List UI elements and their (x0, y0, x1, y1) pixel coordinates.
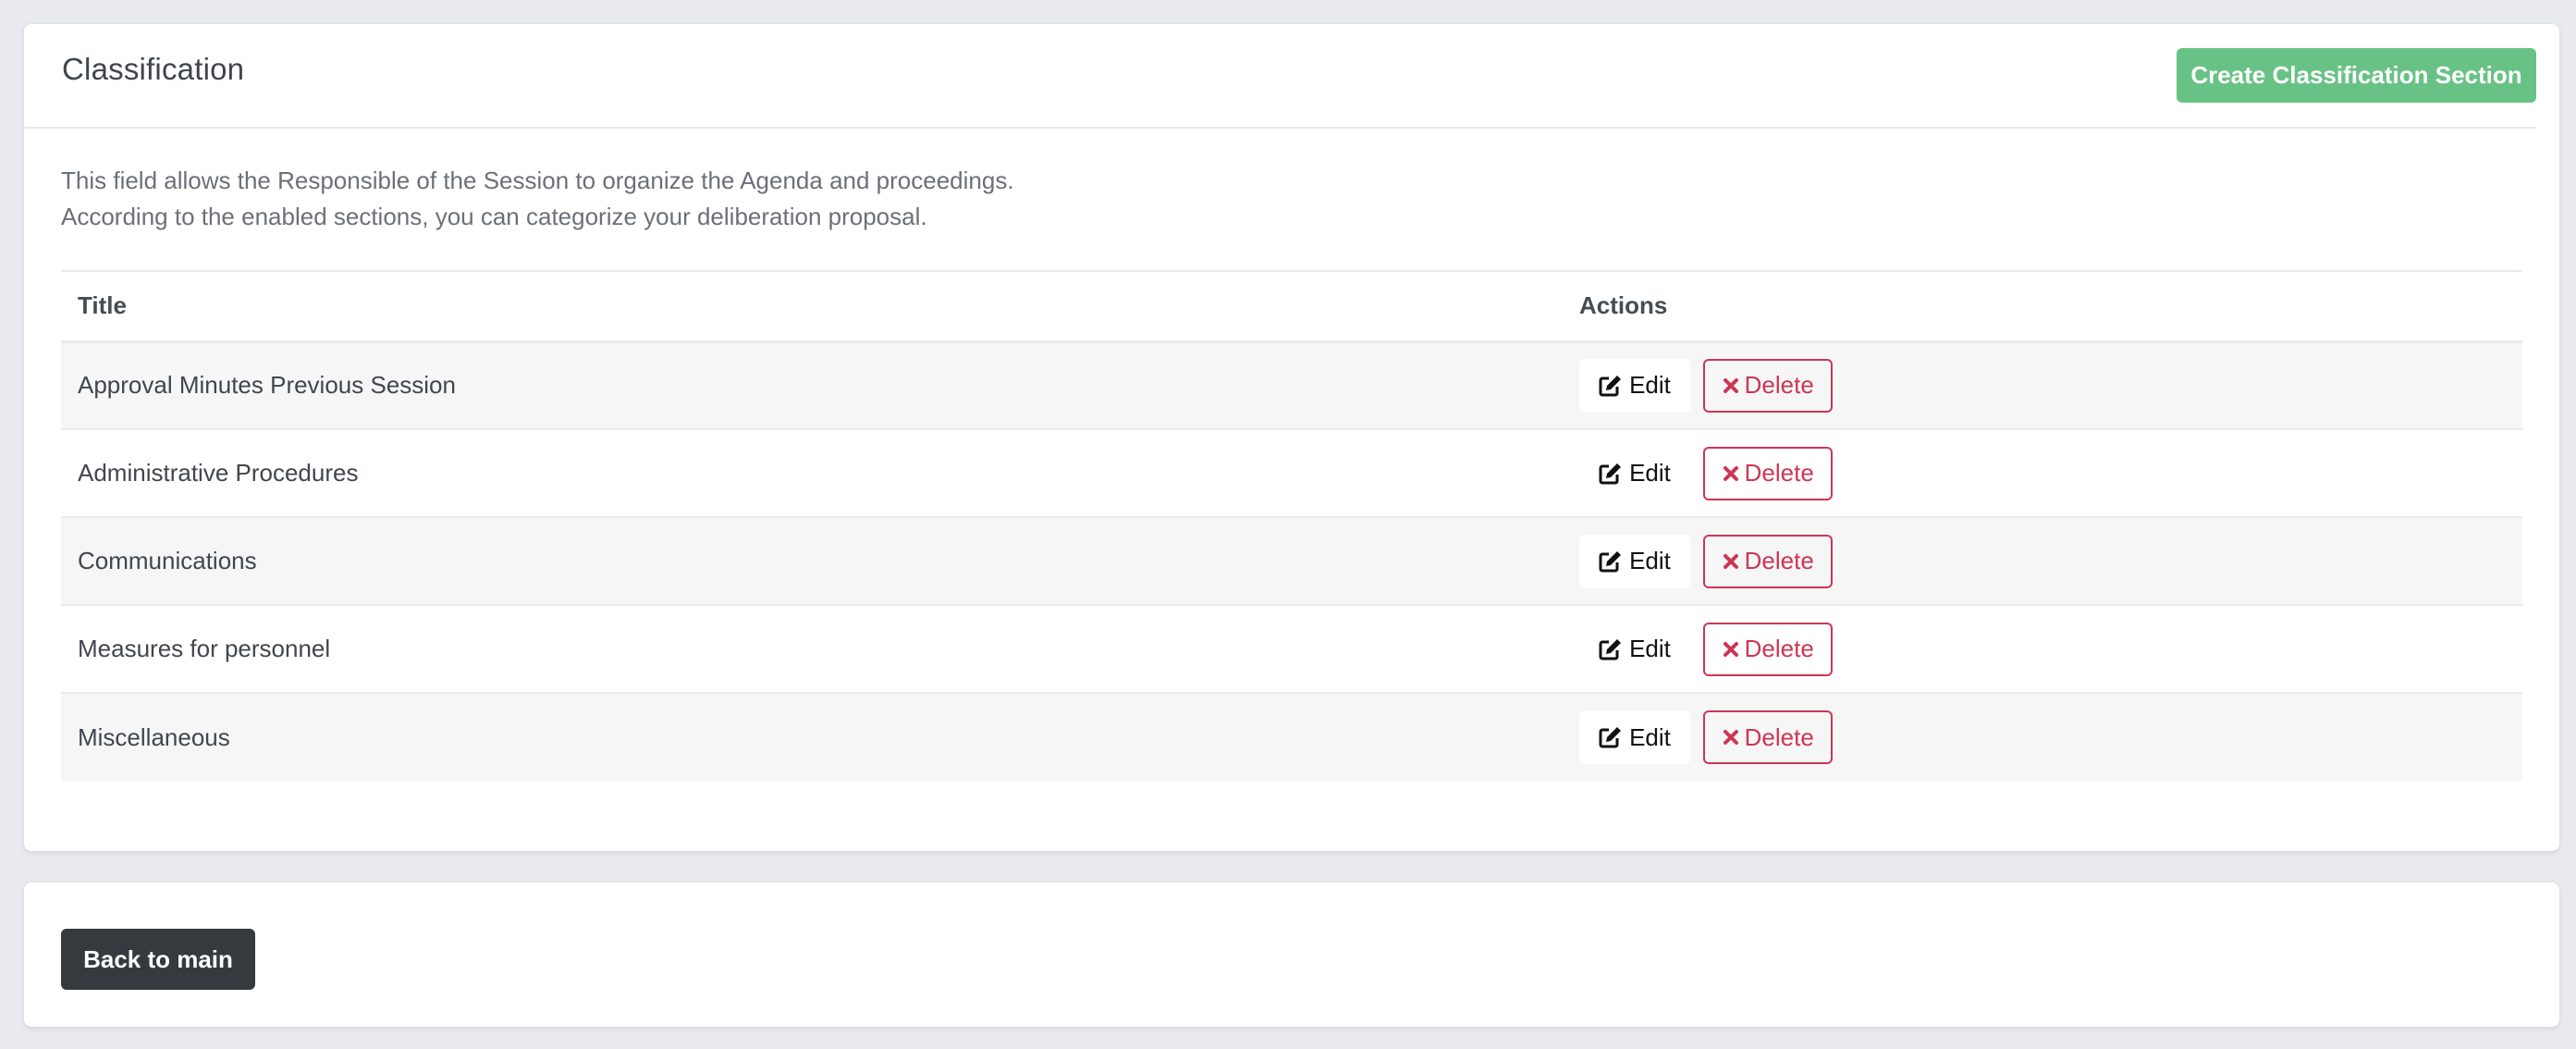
row-actions: Edit Delete (1563, 341, 2522, 429)
edit-button[interactable]: Edit (1579, 447, 1690, 500)
delete-label: Delete (1744, 635, 1814, 662)
classification-card: Classification Create Classification Sec… (24, 24, 2559, 851)
classification-table: Title Actions Approval Minutes Previous … (61, 270, 2522, 781)
edit-icon (1599, 726, 1623, 748)
delete-button[interactable]: Delete (1703, 446, 1834, 500)
row-title: Measures for personnel (78, 635, 331, 662)
row-actions: Edit Delete (1563, 517, 2522, 605)
x-mark-icon (1723, 377, 1739, 394)
delete-label: Delete (1744, 722, 1814, 751)
edit-button[interactable]: Edit (1579, 623, 1690, 676)
delete-label: Delete (1744, 459, 1814, 487)
table-row: Miscellaneous Edit Delete (61, 693, 2522, 781)
card-header: Classification Create Classification Sec… (24, 24, 2536, 129)
table-header-row: Title Actions (61, 271, 2522, 341)
x-mark-icon (1723, 465, 1739, 482)
column-header-title: Title (78, 291, 127, 320)
edit-icon (1599, 638, 1623, 660)
x-mark-icon (1723, 729, 1739, 746)
edit-label: Edit (1629, 722, 1671, 751)
edit-label: Edit (1629, 547, 1671, 574)
edit-button[interactable]: Edit (1579, 534, 1690, 588)
description-line: This field allows the Responsible of the… (61, 167, 1014, 194)
delete-button[interactable]: Delete (1703, 534, 1834, 588)
table-row: Administrative Procedures Edit Delete (61, 429, 2522, 517)
description: This field allows the Responsible of the… (61, 163, 1910, 235)
back-to-main-button[interactable]: Back to main (61, 929, 255, 990)
row-actions: Edit Delete (1563, 429, 2522, 517)
edit-label: Edit (1629, 459, 1671, 487)
x-mark-icon (1723, 641, 1739, 658)
column-header-actions: Actions (1579, 291, 1668, 320)
row-actions: Edit Delete (1563, 605, 2522, 693)
edit-button[interactable]: Edit (1579, 710, 1690, 764)
delete-label: Delete (1744, 371, 1814, 400)
edit-icon (1599, 375, 1623, 397)
delete-button[interactable]: Delete (1703, 358, 1834, 413)
table-row: Measures for personnel Edit Delete (61, 605, 2522, 693)
edit-icon (1599, 463, 1623, 485)
row-actions: Edit Delete (1563, 693, 2522, 781)
row-title: Approval Minutes Previous Session (78, 371, 456, 400)
edit-icon (1599, 550, 1623, 573)
delete-button[interactable]: Delete (1703, 622, 1834, 676)
table-row: Communications Edit Delete (61, 517, 2522, 605)
table-row: Approval Minutes Previous Session Edit D… (61, 341, 2522, 429)
edit-button[interactable]: Edit (1579, 358, 1690, 413)
delete-button[interactable]: Delete (1703, 710, 1834, 764)
delete-label: Delete (1744, 547, 1814, 574)
x-mark-icon (1723, 553, 1739, 570)
footer-card: Back to main (24, 882, 2559, 1027)
row-title: Communications (78, 547, 257, 574)
description-line: According to the enabled sections, you c… (61, 203, 927, 230)
page-title: Classification (62, 52, 245, 86)
create-classification-section-button[interactable]: Create Classification Section (2177, 48, 2536, 103)
edit-label: Edit (1629, 371, 1671, 400)
edit-label: Edit (1629, 635, 1671, 662)
row-title: Administrative Procedures (78, 459, 359, 487)
row-title: Miscellaneous (78, 722, 230, 751)
